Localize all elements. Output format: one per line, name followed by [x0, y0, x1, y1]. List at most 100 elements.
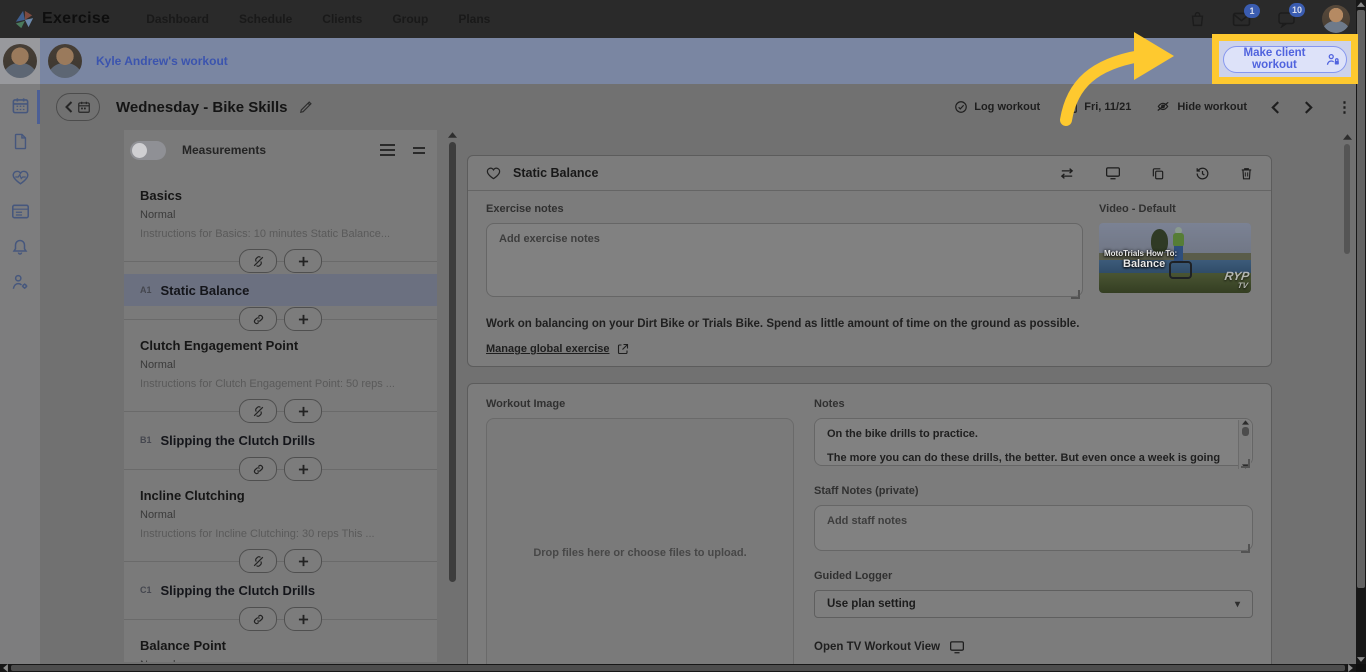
scroll-up-arrow[interactable] [1241, 420, 1249, 425]
unlink-button[interactable] [239, 249, 277, 273]
caret-down-icon: ▾ [1234, 598, 1240, 610]
tv-icon [950, 641, 965, 654]
unlink-icon [253, 555, 263, 567]
add-exercise-button[interactable] [284, 549, 322, 573]
exercise-item[interactable]: Basics Normal Instructions for Basics: 1… [124, 182, 437, 248]
scrollbar-corner [1356, 664, 1366, 672]
scroll-up-arrow[interactable] [1357, 2, 1365, 7]
history-icon[interactable] [1195, 166, 1210, 181]
workout-header: Wednesday - Bike Skills Log workout Fri,… [40, 84, 1352, 130]
top-nav: Exercise Dashboard Schedule Clients Grou… [0, 0, 1366, 38]
scroll-down-arrow[interactable] [1357, 657, 1365, 662]
tv-view-icon[interactable] [1105, 166, 1121, 180]
guided-logger-label: Guided Logger [814, 570, 893, 582]
link-button[interactable] [239, 607, 277, 631]
detail-scrollbar-thumb[interactable] [1344, 144, 1350, 254]
notes-scrollbar-thumb[interactable] [1241, 427, 1249, 436]
rail-calendar-icon[interactable] [11, 96, 30, 115]
unlink-button[interactable] [239, 399, 277, 423]
exercise-video-thumbnail[interactable]: MotoTrials How To: Balance RYP TV [1099, 223, 1251, 293]
workout-image-dropzone[interactable]: Drop files here or choose files to uploa… [486, 418, 794, 672]
rail-heart-pulse-icon[interactable] [11, 168, 30, 186]
workout-date-button[interactable]: Fri, 11/21 [1064, 100, 1131, 114]
link-button[interactable] [239, 457, 277, 481]
chat-icon[interactable]: 10 [1277, 3, 1305, 28]
exercise-notes-input[interactable] [486, 223, 1083, 297]
notes-label: Notes [814, 398, 845, 410]
add-exercise-button[interactable] [284, 457, 322, 481]
detail-scrollbar [1342, 134, 1352, 334]
manage-global-exercise-link[interactable]: Manage global exercise [486, 343, 629, 355]
scroll-up-arrow[interactable] [1342, 134, 1352, 140]
person-lock-icon [1326, 53, 1340, 66]
scroll-left-arrow[interactable] [3, 664, 8, 672]
list-scrollbar-thumb[interactable] [449, 142, 456, 582]
client-avatar-small[interactable] [3, 44, 37, 78]
vertical-scrollbar-thumb[interactable] [1357, 10, 1365, 588]
rail-bell-icon[interactable] [11, 237, 29, 256]
workout-image-label: Workout Image [486, 398, 566, 410]
brand[interactable]: Exercise [14, 9, 110, 29]
add-exercise-button[interactable] [284, 399, 322, 423]
nav-item-clients[interactable]: Clients [322, 12, 362, 26]
nav-item-dashboard[interactable]: Dashboard [146, 12, 209, 26]
nav-item-group[interactable]: Group [392, 12, 428, 26]
prev-workout-chevron[interactable] [1271, 100, 1280, 114]
nav-item-plans[interactable]: Plans [458, 12, 490, 26]
open-tv-workout-view[interactable]: Open TV Workout View [814, 640, 1253, 654]
scroll-down-arrow[interactable] [1241, 464, 1249, 469]
next-workout-chevron[interactable] [1304, 100, 1313, 114]
exercise-item-selected[interactable]: A1 Static Balance [124, 274, 437, 306]
scroll-right-arrow[interactable] [1348, 664, 1353, 672]
brand-logo-icon [14, 9, 34, 29]
mail-icon[interactable]: 1 [1232, 4, 1260, 27]
duplicate-icon[interactable] [1151, 166, 1165, 181]
staff-notes-input[interactable] [814, 505, 1253, 551]
exercise-item[interactable]: Clutch Engagement Point Normal Instructi… [124, 332, 437, 398]
measurements-label: Measurements [182, 143, 267, 157]
workout-menu-kebab[interactable]: ⋮ [1337, 100, 1352, 115]
exercise-detail-card: Static Balance Exercise notes Add exerci… [467, 155, 1272, 367]
hide-workout-button[interactable]: Hide workout [1155, 100, 1247, 114]
exercise-item[interactable]: Balance Point Normal [124, 632, 437, 662]
rail-client-settings-icon[interactable] [11, 273, 30, 291]
rail-document-icon[interactable] [12, 132, 29, 151]
favorite-heart-icon[interactable] [486, 166, 501, 180]
notes-input[interactable]: On the bike drills to practice. The more… [814, 418, 1253, 466]
log-workout-button[interactable]: Log workout [954, 100, 1040, 114]
nav-item-schedule[interactable]: Schedule [239, 12, 292, 26]
add-exercise-button[interactable] [284, 607, 322, 631]
connector-row [124, 456, 437, 482]
exercise-list: Basics Normal Instructions for Basics: 1… [124, 170, 437, 662]
list-menu-icon[interactable] [380, 144, 395, 156]
rail-list-icon[interactable] [11, 203, 30, 220]
list-scrollbar [447, 132, 458, 660]
link-button[interactable] [239, 307, 277, 331]
store-bag-icon[interactable] [1189, 10, 1206, 28]
delete-icon[interactable] [1240, 166, 1253, 181]
unlink-button[interactable] [239, 549, 277, 573]
back-to-calendar-button[interactable] [56, 93, 100, 121]
edit-title-icon[interactable] [299, 100, 313, 114]
eye-off-icon [1157, 101, 1169, 111]
exercise-item[interactable]: B1 Slipping the Clutch Drills [124, 424, 437, 456]
client-avatar[interactable] [48, 44, 82, 78]
horizontal-scrollbar-thumb[interactable] [11, 665, 1345, 671]
measurements-toggle[interactable] [130, 140, 166, 160]
exercise-item[interactable]: C1 Slipping the Clutch Drills [124, 574, 437, 606]
add-exercise-button[interactable] [284, 307, 322, 331]
plus-icon [298, 464, 308, 474]
guided-logger-select[interactable]: Use plan setting ▾ [814, 590, 1253, 618]
exercise-item[interactable]: Incline Clutching Normal Instructions fo… [124, 482, 437, 548]
user-avatar[interactable] [1322, 5, 1350, 33]
list-compact-icon[interactable] [413, 146, 425, 154]
connector-row [124, 606, 437, 632]
client-workout-link[interactable]: Kyle Andrew's workout [96, 54, 228, 68]
scroll-up-arrow[interactable] [448, 132, 457, 138]
swap-exercise-icon[interactable] [1059, 167, 1075, 180]
add-exercise-button[interactable] [284, 249, 322, 273]
link-icon [253, 614, 263, 624]
client-blue-bar: Kyle Andrew's workout [40, 38, 1366, 84]
workout-settings-card: Workout Image Drop files here or choose … [467, 383, 1272, 672]
make-client-workout-button[interactable]: Make client workout [1223, 45, 1347, 73]
